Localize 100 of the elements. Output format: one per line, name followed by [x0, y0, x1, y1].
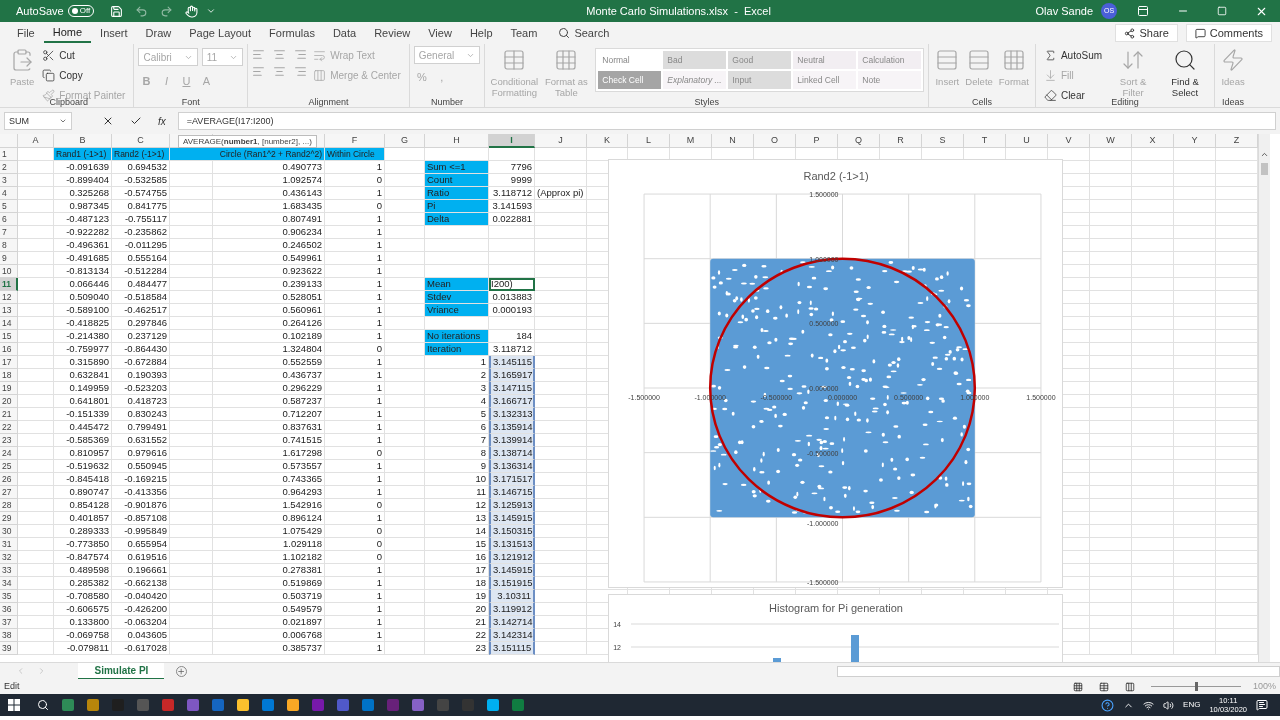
table-cell: 3.139914 — [489, 434, 535, 447]
row-number[interactable]: 23 — [0, 434, 18, 447]
row-number[interactable]: 18 — [0, 369, 18, 382]
column-header[interactable]: W — [1090, 134, 1132, 148]
table-cell: 3.151115 — [489, 642, 535, 655]
row-number[interactable]: 37 — [0, 616, 18, 629]
column-header[interactable]: A — [18, 134, 54, 148]
column-header[interactable]: X — [1132, 134, 1174, 148]
ribbon-button[interactable]: Copy — [38, 66, 87, 84]
comments-button[interactable]: Comments — [1185, 24, 1272, 42]
row-number[interactable]: 14 — [0, 317, 18, 330]
row-number[interactable]: 11 — [0, 278, 18, 291]
row-number[interactable]: 3 — [0, 174, 18, 187]
ribbon-button[interactable]: Clear — [1039, 86, 1089, 104]
ribbon-tab[interactable]: Data — [323, 23, 366, 43]
ribbon-tab[interactable]: Team — [501, 23, 547, 43]
row-number[interactable]: 8 — [0, 239, 18, 252]
table-cell: 0.436143 — [213, 187, 325, 200]
row-number[interactable]: 9 — [0, 252, 18, 265]
ribbon-tab[interactable]: Draw — [136, 23, 181, 43]
column-header[interactable]: Q — [838, 134, 880, 148]
formula-input[interactable]: =AVERAGE(I17:I200) — [177, 112, 1276, 130]
row-number[interactable]: 7 — [0, 226, 18, 239]
table-cell: 0.401857 — [54, 512, 112, 525]
column-header[interactable]: S — [922, 134, 964, 148]
row-number[interactable]: 22 — [0, 421, 18, 434]
row-number[interactable]: 12 — [0, 291, 18, 304]
column-header[interactable]: V — [1048, 134, 1090, 148]
ribbon-tab[interactable]: View — [419, 23, 461, 43]
table-cell: 0.573557 — [213, 460, 325, 473]
table-cell: 3.146715 — [489, 486, 535, 499]
row-number[interactable]: 35 — [0, 590, 18, 603]
column-header[interactable]: O — [754, 134, 796, 148]
row-number[interactable]: 32 — [0, 551, 18, 564]
table-cell: 1 — [325, 369, 385, 382]
column-header[interactable]: T — [964, 134, 1006, 148]
column-header[interactable]: J — [535, 134, 587, 148]
ribbon-button[interactable]: Cut — [38, 46, 79, 64]
row-number[interactable]: 20 — [0, 395, 18, 408]
row-number[interactable]: 39 — [0, 642, 18, 655]
ribbon-tab[interactable]: Review — [365, 23, 420, 43]
row-number[interactable]: 29 — [0, 512, 18, 525]
column-header[interactable]: M — [670, 134, 712, 148]
cell-style[interactable]: Explanatory ... — [663, 71, 727, 89]
row-number[interactable]: 24 — [0, 447, 18, 460]
table-cell: 1 — [325, 629, 385, 642]
ribbon-tab[interactable]: Page Layout — [180, 23, 261, 43]
row-number[interactable]: 6 — [0, 213, 18, 226]
row-number[interactable]: 5 — [0, 200, 18, 213]
row-number[interactable]: 26 — [0, 473, 18, 486]
column-header[interactable]: L — [628, 134, 670, 148]
column-header[interactable]: K — [587, 134, 628, 148]
row-number[interactable]: 15 — [0, 330, 18, 343]
row-number[interactable]: 19 — [0, 382, 18, 395]
insert-function-button[interactable]: fx — [158, 113, 166, 129]
column-header[interactable]: I — [489, 134, 535, 148]
row-number[interactable]: 27 — [0, 486, 18, 499]
column-header[interactable]: Y — [1174, 134, 1216, 148]
row-number[interactable]: 25 — [0, 460, 18, 473]
row-number[interactable]: 4 — [0, 187, 18, 200]
name-box[interactable]: SUM — [4, 112, 72, 130]
table-cell: -0.845418 — [54, 473, 112, 486]
ribbon-tab[interactable]: Help — [460, 23, 502, 43]
row-number[interactable]: 34 — [0, 577, 18, 590]
table-cell: 0.987345 — [54, 200, 112, 213]
sheet-tab[interactable]: Simulate PI — [78, 662, 165, 680]
search-field[interactable]: Search — [558, 24, 610, 42]
column-header[interactable]: G — [385, 134, 425, 148]
ribbon-tab[interactable]: Insert — [91, 23, 137, 43]
row-number[interactable]: 2 — [0, 161, 18, 174]
table-cell: 1 — [325, 213, 385, 226]
column-header[interactable]: U — [1006, 134, 1048, 148]
row-number[interactable]: 13 — [0, 304, 18, 317]
table-cell: 3.141593 — [489, 200, 535, 213]
table-cell: 1 — [325, 460, 385, 473]
table-cell: 0.964293 — [213, 486, 325, 499]
ribbon-button[interactable]: AutoSum — [1039, 46, 1107, 64]
row-number[interactable]: 10 — [0, 265, 18, 278]
column-header[interactable]: R — [880, 134, 922, 148]
cell-style[interactable]: Linked Cell — [793, 71, 857, 89]
table-cell: Delta — [425, 213, 489, 226]
column-header[interactable]: N — [712, 134, 754, 148]
language-indicator[interactable]: ENG — [1183, 699, 1201, 711]
row-number[interactable]: 31 — [0, 538, 18, 551]
row-number[interactable]: 17 — [0, 356, 18, 369]
row-number[interactable]: 38 — [0, 629, 18, 642]
row-number[interactable]: 33 — [0, 564, 18, 577]
row-number[interactable]: 30 — [0, 525, 18, 538]
column-header[interactable]: P — [796, 134, 838, 148]
row-number[interactable]: 28 — [0, 499, 18, 512]
table-cell: -0.413356 — [112, 486, 170, 499]
ribbon-tab[interactable]: Formulas — [260, 23, 324, 43]
row-number[interactable]: 36 — [0, 603, 18, 616]
row-number[interactable]: 1 — [0, 148, 18, 161]
ribbon-tab[interactable]: File — [8, 23, 44, 43]
table-cell: Sum <=1 — [425, 161, 489, 174]
row-number[interactable]: 16 — [0, 343, 18, 356]
share-button[interactable]: Share — [1115, 24, 1178, 42]
row-number[interactable]: 21 — [0, 408, 18, 421]
ribbon-button[interactable]: Find & Select — [1160, 44, 1211, 96]
